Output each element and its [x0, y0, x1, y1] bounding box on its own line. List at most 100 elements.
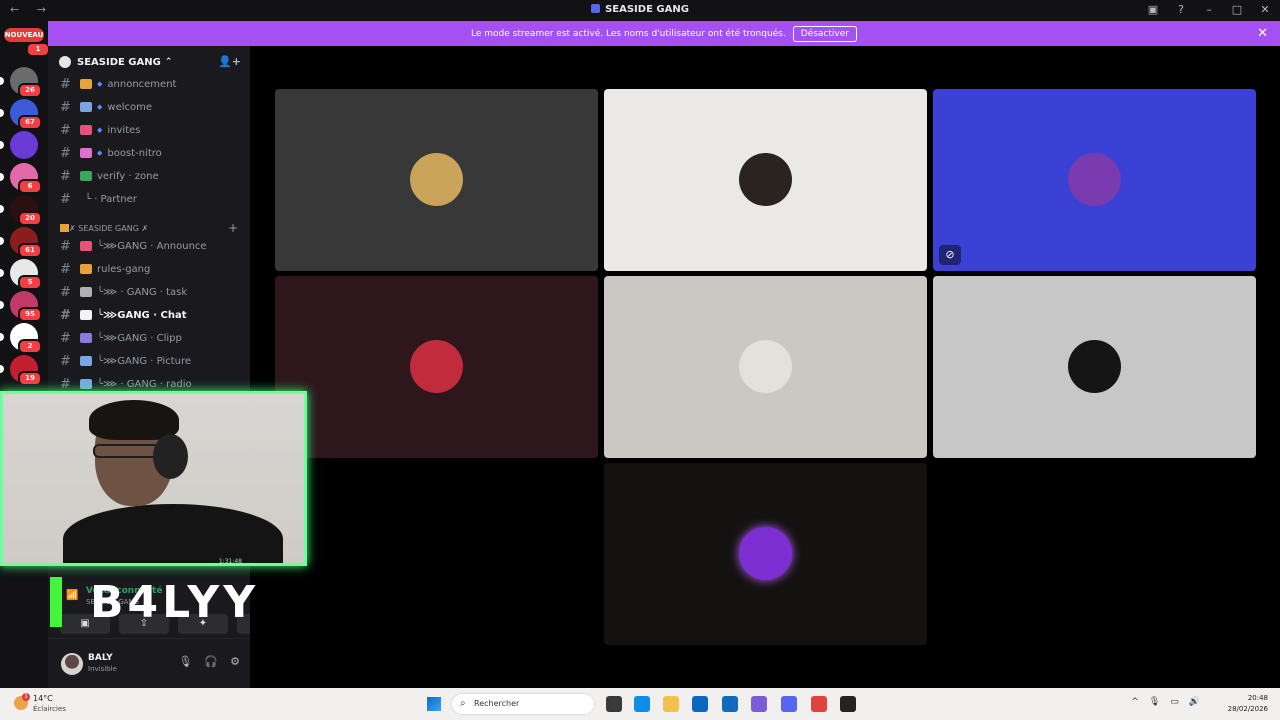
server-icon[interactable]: [10, 131, 38, 159]
taskbar-app-icon[interactable]: [606, 696, 622, 712]
channel-item[interactable]: # ╰⋙GANG · Clipp: [48, 327, 250, 349]
hash-icon: #: [60, 168, 71, 184]
hash-icon: #: [60, 145, 71, 161]
search-icon: ⌕: [460, 698, 466, 709]
channel-emoji-icon: [80, 102, 92, 112]
new-count-badge: 1: [26, 42, 50, 57]
channel-item[interactable]: # ╰⋙GANG · Picture: [48, 350, 250, 372]
server-badge: 67: [18, 115, 42, 130]
server-icon[interactable]: 19: [10, 355, 42, 386]
hash-icon: #: [60, 99, 71, 115]
server-icon[interactable]: 5: [10, 259, 42, 290]
channel-label: verify · zone: [97, 170, 159, 182]
server-icon[interactable]: 95: [10, 291, 42, 322]
microphone-icon[interactable]: 🎙: [178, 655, 192, 668]
channel-item[interactable]: # ╰⋙ · GANG · task: [48, 281, 250, 303]
channel-emoji-icon: [80, 125, 92, 135]
overlay-accent-bar: [50, 577, 62, 627]
maximize-button[interactable]: □: [1230, 3, 1244, 16]
server-badge: 26: [18, 83, 42, 98]
channel-item[interactable]: # ╰⋙GANG · Announce: [48, 235, 250, 257]
taskbar-app-icon[interactable]: [692, 696, 708, 712]
inbox-icon[interactable]: ▣: [1146, 3, 1160, 16]
window-title-text: SEASIDE GANG: [605, 4, 689, 15]
hash-icon: #: [60, 353, 71, 369]
windows-start-icon[interactable]: [427, 697, 441, 711]
volume-icon[interactable]: 🔊: [1189, 697, 1200, 707]
channel-item[interactable]: # └ · Partner: [48, 188, 250, 210]
taskbar-app-icon[interactable]: [840, 696, 856, 712]
webcam-timestamp: 1:31:48: [218, 558, 242, 565]
weather-badge: 1: [22, 693, 30, 701]
participant-tile[interactable]: [604, 276, 927, 458]
channel-item[interactable]: # rules-gang: [48, 258, 250, 280]
channel-label: rules-gang: [97, 263, 151, 275]
new-badge[interactable]: NOUVEAU: [4, 28, 44, 42]
participant-avatar: [739, 340, 792, 393]
minimize-button[interactable]: –: [1202, 3, 1216, 16]
disable-streamer-button[interactable]: Désactiver: [792, 25, 857, 42]
mic-tray-icon[interactable]: 🎙: [1149, 697, 1160, 707]
hash-icon: #: [60, 191, 71, 207]
avatar[interactable]: [61, 653, 83, 675]
taskbar-app-icon[interactable]: [663, 696, 679, 712]
channel-item[interactable]: # ◆ annoncement: [48, 73, 250, 95]
channel-label: welcome: [107, 101, 153, 113]
headset-icon[interactable]: 🎧: [204, 655, 218, 668]
channel-item[interactable]: # ◆ invites: [48, 119, 250, 141]
server-icon[interactable]: 61: [10, 227, 42, 258]
display-icon[interactable]: ▭: [1170, 697, 1179, 707]
server-badge: 95: [18, 307, 42, 322]
weather-widget[interactable]: 1 14°C Éclaircies: [12, 692, 72, 716]
taskbar-app-icon[interactable]: [811, 696, 827, 712]
participant-tile[interactable]: ⊘: [933, 89, 1256, 271]
hash-icon: #: [60, 261, 71, 277]
participant-avatar: [410, 153, 463, 206]
participant-tile[interactable]: [933, 276, 1256, 458]
server-tag-icon: [591, 4, 601, 13]
weather-temp: 14°C: [33, 694, 53, 703]
server-icon[interactable]: 6: [10, 163, 42, 194]
unread-pip: [0, 301, 4, 309]
close-icon[interactable]: ✕: [1257, 26, 1268, 41]
channel-item[interactable]: # ╰⋙GANG · Chat: [48, 304, 250, 326]
channel-label: └ · Partner: [85, 193, 137, 205]
clock[interactable]: 20:48 28/02/2026: [1228, 693, 1268, 715]
unread-pip: [0, 77, 4, 85]
server-icon[interactable]: 26: [10, 67, 42, 98]
unread-pip: [0, 333, 4, 341]
server-icon[interactable]: 67: [10, 99, 42, 130]
close-window-button[interactable]: ✕: [1258, 3, 1272, 16]
channel-emoji-icon: [80, 356, 92, 366]
diamond-icon: ◆: [97, 103, 103, 111]
taskbar-app-icon[interactable]: [781, 696, 797, 712]
participant-tile[interactable]: [275, 89, 598, 271]
participant-tile[interactable]: [275, 276, 598, 458]
taskbar-app-icon[interactable]: [634, 696, 650, 712]
channel-emoji-icon: [80, 148, 92, 158]
server-badge: 2: [18, 339, 42, 354]
channel-item[interactable]: # ◆ welcome: [48, 96, 250, 118]
taskbar-search[interactable]: ⌕ Rechercher: [451, 693, 595, 715]
channel-item[interactable]: # verify · zone: [48, 165, 250, 187]
participant-tile[interactable]: [604, 89, 927, 271]
server-icon[interactable]: 20: [10, 195, 42, 226]
channel-label: invites: [107, 124, 141, 136]
participant-tile[interactable]: [604, 463, 927, 645]
taskbar-app-icon[interactable]: [751, 696, 767, 712]
settings-gear-icon[interactable]: ⚙: [230, 655, 240, 668]
chevron-up-icon[interactable]: ^: [1131, 697, 1139, 707]
server-icon[interactable]: 2: [10, 323, 42, 354]
server-badge: 20: [18, 211, 42, 226]
taskbar-app-icon[interactable]: [722, 696, 738, 712]
participant-avatar: [410, 340, 463, 393]
channel-item[interactable]: # ◆ boost-nitro: [48, 142, 250, 164]
help-icon[interactable]: ?: [1174, 3, 1188, 16]
channel-category[interactable]: ✗ SEASIDE GANG ✗ +: [48, 220, 250, 236]
webcam-overlay: 1:31:48: [0, 391, 307, 566]
invite-icon[interactable]: 👤+: [218, 55, 241, 68]
add-channel-icon[interactable]: +: [228, 221, 238, 235]
unread-pip: [0, 365, 4, 373]
system-tray: ^ 🎙 ▭ 🔊: [1131, 697, 1200, 707]
weather-desc: Éclaircies: [33, 705, 66, 713]
